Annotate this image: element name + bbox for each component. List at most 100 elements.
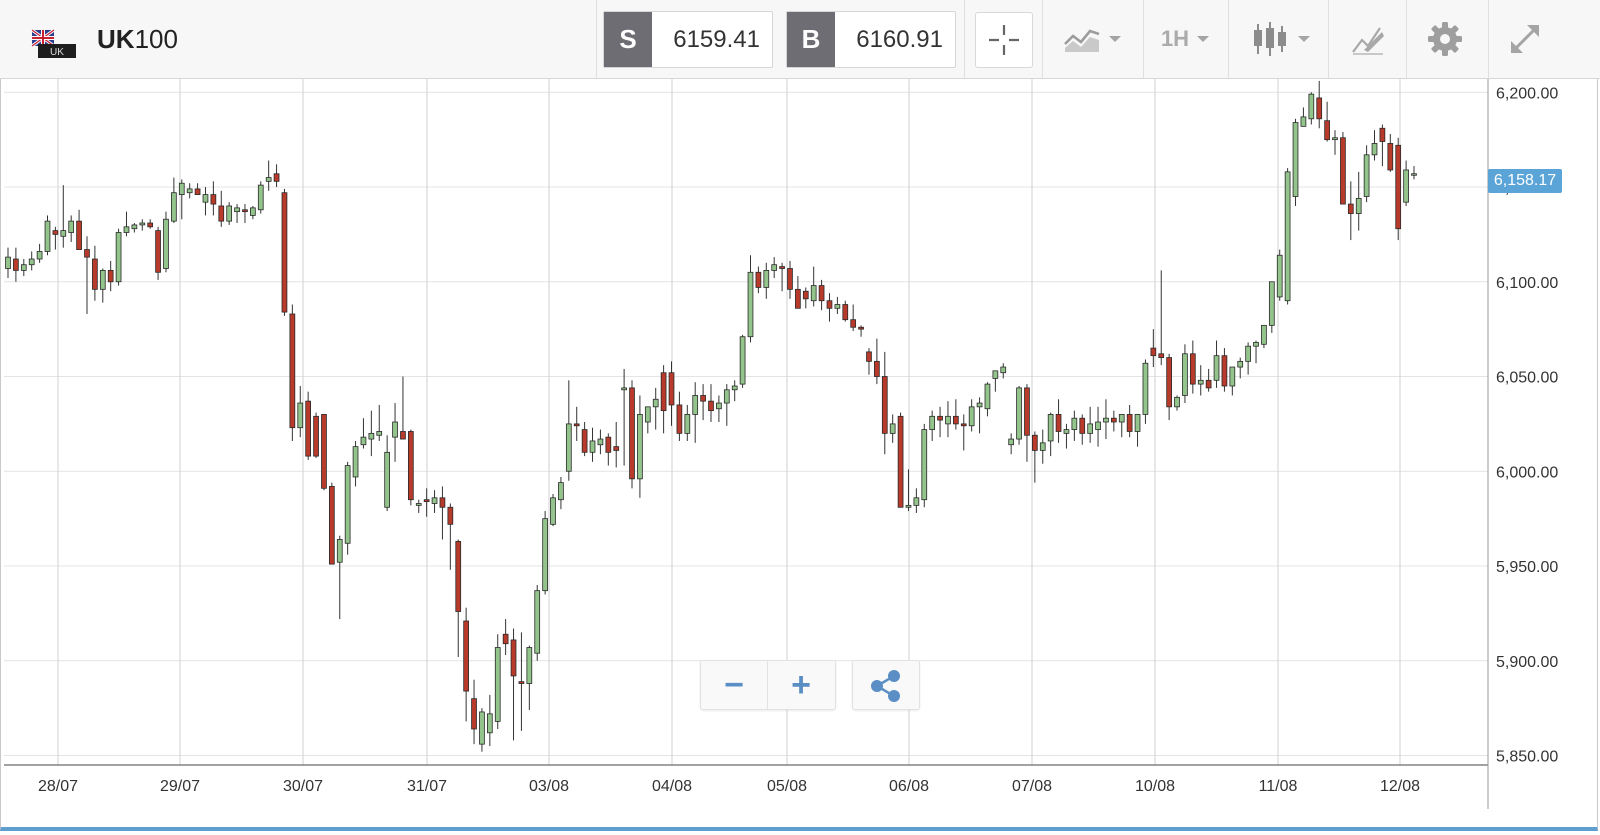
candle-body (526, 647, 533, 684)
candle-style-dropdown[interactable] (1240, 12, 1320, 66)
candle-body (723, 389, 730, 404)
candle-body (874, 360, 880, 377)
candle-body (313, 415, 319, 457)
candlestick-chart[interactable]: 28/07 29/07 30/07 31/07 03/08 04/08 05/08 06/08… (0, 79, 1600, 831)
candle-body (960, 423, 967, 427)
timeframe-dropdown[interactable]: 1H (1150, 12, 1220, 66)
candle-body (1363, 154, 1370, 197)
candle-body (407, 431, 414, 501)
fullscreen-button[interactable] (1496, 12, 1554, 66)
divider (1228, 0, 1229, 78)
candle-body (637, 414, 643, 480)
candle-body (242, 209, 248, 213)
candle-body (1055, 414, 1062, 432)
candle-body (1039, 442, 1046, 451)
candle-body (439, 497, 446, 508)
candle-body (1213, 355, 1220, 381)
gear-icon (1428, 22, 1462, 56)
candle-body (597, 438, 604, 446)
settings-button[interactable] (1416, 12, 1474, 66)
candle-body (352, 446, 359, 478)
candle-body (1071, 417, 1078, 430)
candle-body (1087, 423, 1093, 434)
candle-body (953, 415, 959, 425)
candle-body (1063, 429, 1070, 434)
candle-body (376, 431, 383, 436)
y-tick-label: 5,850.00 (1496, 749, 1558, 766)
candle-body (1142, 362, 1149, 415)
candle-body (13, 258, 19, 271)
candle-body (447, 506, 454, 525)
candle-body (99, 269, 106, 290)
candle-body (968, 406, 975, 427)
candle-body (92, 258, 98, 290)
draw-icon (1352, 27, 1384, 55)
draw-tools-button[interactable] (1338, 12, 1398, 66)
candle-body (218, 205, 225, 222)
candle-body (1395, 144, 1402, 230)
candle-body (431, 497, 438, 504)
candle-body (76, 220, 82, 250)
buy-button[interactable]: B 6160.91 (786, 11, 956, 68)
candle-body (257, 184, 264, 211)
sell-price: 6159.41 (673, 25, 760, 53)
candle-body (321, 414, 327, 489)
candle-body (139, 222, 146, 226)
candle-body (1411, 173, 1417, 176)
zoom-out-button[interactable]: − (701, 661, 767, 709)
candle-body (1308, 93, 1315, 120)
candle-body (1324, 120, 1330, 141)
candle-body (360, 436, 367, 446)
candle-body (826, 300, 833, 309)
candle-body (392, 421, 398, 438)
candle-body (881, 376, 888, 434)
chart-toolbar: UK UK100 S 6159.41 B 6160.91 1H (0, 0, 1600, 79)
candle-body (305, 400, 312, 457)
candle-body (518, 681, 525, 684)
x-tick-label: 04/08 (652, 778, 692, 795)
candle-body (1103, 417, 1109, 423)
candle-body (684, 414, 691, 434)
candle-body (123, 226, 130, 233)
candle-body (581, 429, 588, 453)
candle-body (1024, 387, 1030, 436)
candle-body (1158, 353, 1165, 358)
flag-label: UK (50, 47, 64, 58)
candle-body (842, 304, 849, 321)
candle-body (384, 451, 390, 508)
candle-body (1134, 414, 1141, 432)
candle-body (155, 230, 161, 273)
chevron-down-icon (1298, 36, 1310, 42)
candle-body (178, 182, 185, 195)
chevron-down-icon (1197, 36, 1210, 42)
share-button[interactable] (852, 660, 920, 710)
candle-body (1174, 396, 1180, 408)
candle-body (289, 313, 296, 429)
x-tick-label: 03/08 (529, 778, 569, 795)
last-price-marker: 6,158.17 (1488, 169, 1562, 193)
candle-body (676, 404, 683, 434)
y-tick-label: 6,000.00 (1496, 464, 1558, 481)
candle-body (644, 406, 651, 423)
candle-body (921, 429, 928, 501)
candle-body (818, 285, 825, 302)
candle-body (250, 207, 256, 216)
candle-body (368, 432, 375, 440)
candle-body (147, 222, 154, 228)
candle-body (1387, 143, 1394, 171)
candle-body (1292, 122, 1299, 197)
candle-body (716, 402, 722, 410)
zoom-in-button[interactable]: + (768, 661, 834, 709)
candle-body (1118, 414, 1125, 423)
candle-body (573, 423, 580, 427)
x-tick-label: 11/08 (1259, 778, 1298, 795)
crosshair-button[interactable] (975, 12, 1033, 68)
x-tick-label: 12/08 (1380, 778, 1420, 795)
chart-type-dropdown[interactable] (1052, 12, 1132, 66)
candle-body (455, 540, 462, 612)
divider (1406, 0, 1407, 78)
candle-body (68, 220, 75, 233)
y-tick-label: 6,100.00 (1496, 275, 1558, 292)
sell-button[interactable]: S 6159.41 (603, 11, 773, 68)
candle-body (1000, 366, 1007, 374)
